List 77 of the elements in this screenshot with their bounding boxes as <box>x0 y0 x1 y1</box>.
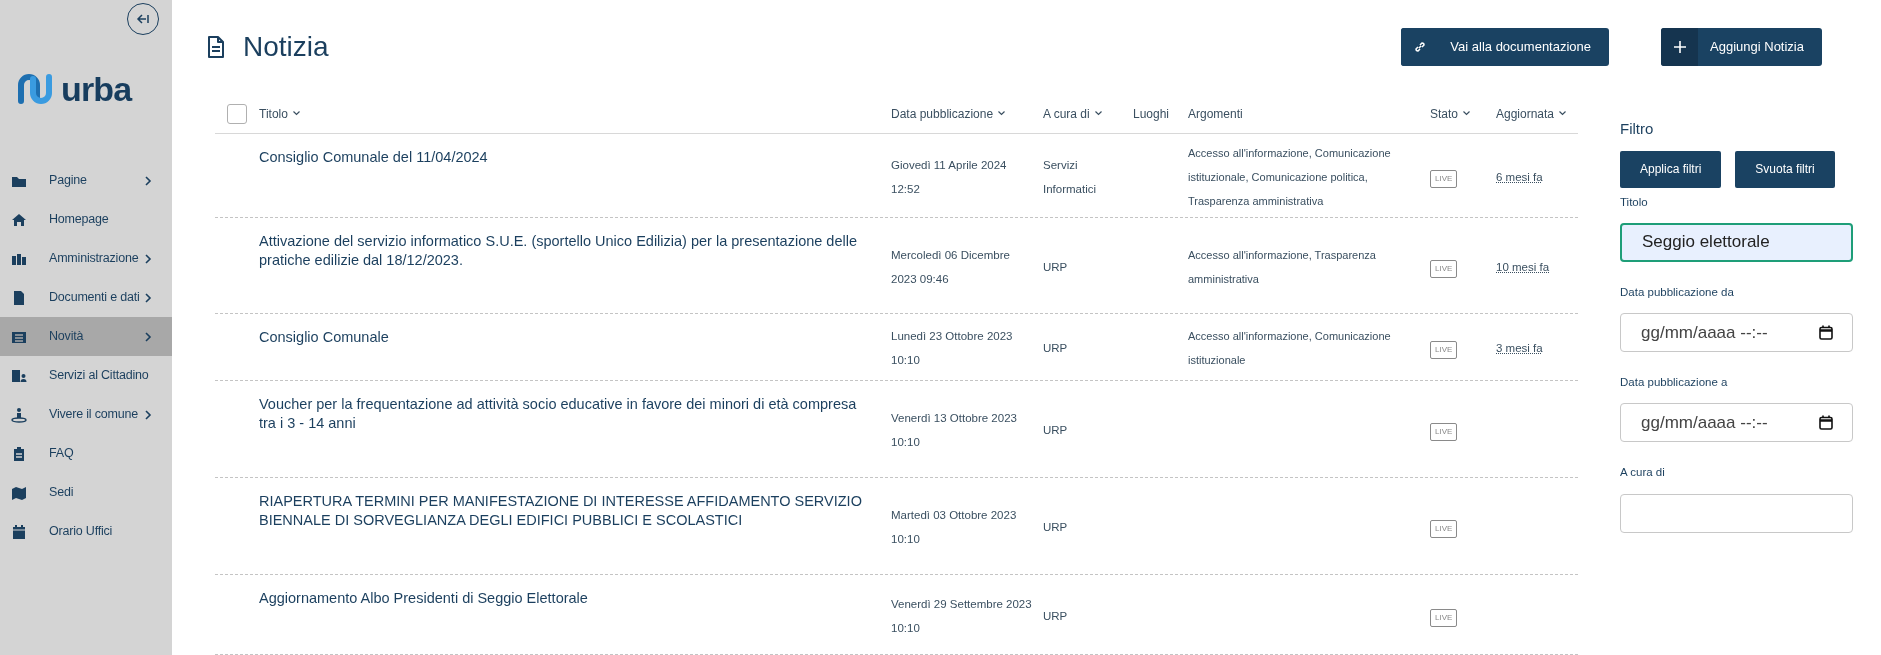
row-title[interactable]: RIAPERTURA TERMINI PER MANIFESTAZIONE DI INTERESSE AFFIDAMENTO SERVIZIO BIENNALE DI SORVEGLIANZA DEGLI EDIFICI PUBBLICI E SCOLASTICI <box>259 492 871 530</box>
updated-time: 10 mesi fa <box>1496 260 1550 273</box>
updated-time: 3 mesi fa <box>1496 342 1543 354</box>
calendar-icon[interactable] <box>1819 415 1833 431</box>
status-badge: LIVE <box>1430 608 1458 627</box>
table-cell: Giovedì 11 Aprile 2024 12:52 <box>891 158 1007 195</box>
column-header[interactable]: Titolo <box>259 104 300 123</box>
field-label: Data pubblicazione da <box>1620 284 1735 300</box>
status-badge: LIVE <box>1430 423 1458 441</box>
status-badge: LIVE <box>1430 520 1458 538</box>
column-header[interactable]: Luoghi <box>1133 104 1170 123</box>
field-label: A cura di <box>1620 465 1666 481</box>
table-cell: URP <box>1043 260 1068 273</box>
row-title[interactable]: Attivazione del servizio informatico S.U.E. (sportello Unico Edilizia) per la presentazione delle pratiche edilizie dal 18/12/2023. <box>259 232 871 270</box>
filter-button[interactable]: Svuota filtri <box>1735 150 1835 188</box>
column-header[interactable]: Aggiornata <box>1496 104 1567 123</box>
collapse-arrow-icon <box>136 13 150 25</box>
updated-time: 6 mesi fa <box>1496 170 1543 183</box>
logo-text: urba <box>61 72 132 106</box>
row-title[interactable]: Voucher per la frequentazione ad attività socio educative in favore dei minori di età compresa tra i 3 - 14 anni <box>259 395 871 433</box>
field-label: Data pubblicazione a <box>1620 375 1729 390</box>
table-cell: URP <box>1043 424 1068 436</box>
table-cell: Accesso all'informazione, Comunicazione istituzionale, Comunicazione politica, Trasparenza amministrativa <box>1188 146 1391 207</box>
document-icon <box>207 36 225 58</box>
row-title[interactable]: Consiglio Comunale del 11/04/2024 <box>259 148 871 167</box>
calendar-icon[interactable] <box>1819 325 1833 340</box>
filter-title: Filtro <box>1620 119 1655 139</box>
column-header[interactable]: Argomenti <box>1188 104 1243 123</box>
sort-chevron-icon[interactable] <box>292 111 300 116</box>
date-input[interactable]: gg/mm/aaaa --:-- <box>1620 403 1853 443</box>
row-title[interactable]: Aggiornamento Albo Presidenti di Seggio Elettorale <box>259 589 871 608</box>
sort-chevron-icon[interactable] <box>1463 111 1471 116</box>
calendar-icon <box>11 523 27 540</box>
sort-chevron-icon[interactable] <box>998 111 1006 116</box>
select-all-checkbox[interactable] <box>227 103 247 124</box>
table-cell: Accesso all'informazione, Comunicazione istituzionale <box>1188 330 1391 366</box>
file-icon <box>11 289 27 306</box>
column-header[interactable]: Stato <box>1430 104 1471 123</box>
status-badge: LIVE <box>1430 341 1458 359</box>
sort-chevron-icon[interactable] <box>1559 111 1567 116</box>
column-header[interactable]: A cura di <box>1043 104 1102 123</box>
field-label: Titolo <box>1620 194 1649 210</box>
table-cell: Venerdì 29 Settembre 2023 10:10 <box>891 597 1032 634</box>
add-button[interactable]: Aggiungi Notizia <box>1661 28 1822 66</box>
table-cell: Venerdì 13 Ottobre 2023 10:10 <box>891 412 1017 448</box>
table-cell: Lunedì 23 Ottobre 2023 10:10 <box>891 330 1013 366</box>
chevron-right-icon <box>144 331 152 342</box>
link-icon <box>1413 41 1426 53</box>
input-field[interactable] <box>1620 493 1853 533</box>
plus-icon <box>1673 41 1686 53</box>
table-cell: Servizi Informatici <box>1043 158 1097 195</box>
status-badge: LIVE <box>1430 169 1458 188</box>
status-badge: LIVE <box>1430 259 1458 278</box>
chevron-right-icon <box>144 292 152 303</box>
sort-chevron-icon[interactable] <box>1094 111 1102 116</box>
home-icon <box>11 211 27 228</box>
date-input[interactable]: gg/mm/aaaa --:-- <box>1620 313 1853 352</box>
filter-button[interactable]: Applica filtri <box>1620 150 1722 188</box>
clipboard-icon <box>11 445 27 462</box>
chevron-right-icon <box>144 253 152 264</box>
table-cell: Martedì 03 Ottobre 2023 10:10 <box>891 509 1017 545</box>
table-cell: URP <box>1043 521 1068 533</box>
building-person-icon <box>11 367 27 384</box>
table-cell: URP <box>1043 342 1068 354</box>
table-cell: Mercoledì 06 Dicembre 2023 09:46 <box>891 248 1010 285</box>
table-cell: URP <box>1043 609 1068 622</box>
chevron-right-icon <box>144 409 152 420</box>
documentation-button[interactable]: Vai alla documentazione <box>1401 28 1610 66</box>
chevron-right-icon <box>144 175 152 186</box>
person-icon <box>11 406 27 423</box>
map-icon <box>11 484 27 501</box>
row-title[interactable]: Consiglio Comunale <box>259 328 871 347</box>
table-cell: Accesso all'informazione, Trasparenza amministrativa <box>1188 248 1376 285</box>
input-field[interactable]: Seggio elettorale <box>1620 222 1853 262</box>
page-title: Notizia <box>243 30 329 64</box>
sidebar-item[interactable]: Novità <box>0 317 172 356</box>
column-header[interactable]: Data pubblicazione <box>891 104 1006 123</box>
